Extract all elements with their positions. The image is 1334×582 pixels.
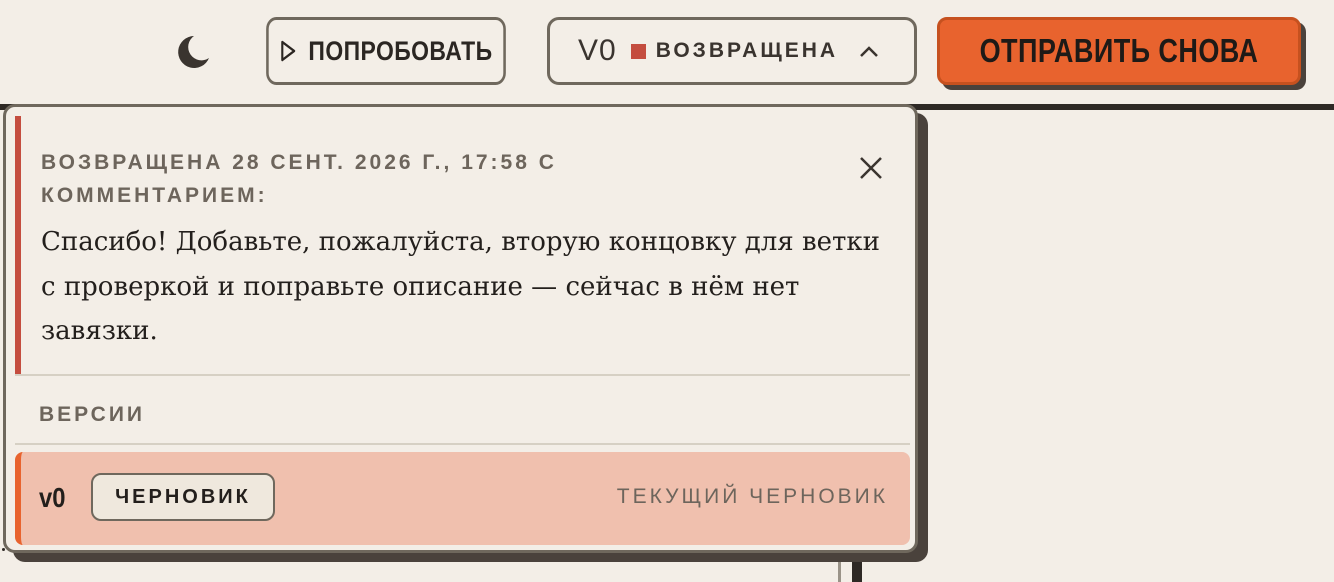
return-comment: ВОЗВРАЩЕНА 28 СЕНТ. 2026 Г., 17:58 С КОМ…	[15, 116, 916, 376]
top-toolbar: ПОПРОБОВАТЬ V0 ВОЗВРАЩЕНА ОТПРАВИТЬ СНОВ…	[0, 0, 1334, 104]
version-number: v0	[39, 482, 66, 513]
try-button[interactable]: ПОПРОБОВАТЬ	[266, 17, 506, 85]
version-select[interactable]: V0 ВОЗВРАЩЕНА	[547, 17, 917, 85]
version-status: ВОЗВРАЩЕНА	[655, 39, 839, 62]
version-row[interactable]: v0 ЧЕРНОВИК ТЕКУЩИЙ ЧЕРНОВИК	[15, 452, 910, 545]
version-code: V0	[578, 34, 617, 67]
moon-icon[interactable]	[172, 32, 212, 72]
draft-badge: ЧЕРНОВИК	[91, 473, 275, 521]
divider	[15, 374, 910, 376]
comment-text: Спасибо! Добавьте, пожалуйста, вторую ко…	[41, 227, 880, 346]
status-dot	[630, 43, 646, 59]
try-button-label: ПОПРОБОВАТЬ	[308, 35, 493, 66]
scrollbar[interactable]	[838, 560, 862, 582]
version-popover: ВОЗВРАЩЕНА 28 СЕНТ. 2026 Г., 17:58 С КОМ…	[3, 104, 918, 553]
play-icon	[280, 40, 296, 62]
resend-button[interactable]: ОТПРАВИТЬ СНОВА	[937, 17, 1301, 85]
close-icon[interactable]	[857, 154, 885, 182]
current-draft-note: ТЕКУЩИЙ ЧЕРНОВИК	[616, 485, 888, 508]
chevron-up-icon	[860, 46, 878, 57]
versions-heading: ВЕРСИИ	[39, 403, 146, 426]
resend-button-label: ОТПРАВИТЬ СНОВА	[979, 32, 1259, 69]
comment-header: ВОЗВРАЩЕНА 28 СЕНТ. 2026 Г., 17:58 С КОМ…	[41, 151, 557, 207]
marker	[2, 548, 5, 551]
divider	[15, 443, 910, 445]
